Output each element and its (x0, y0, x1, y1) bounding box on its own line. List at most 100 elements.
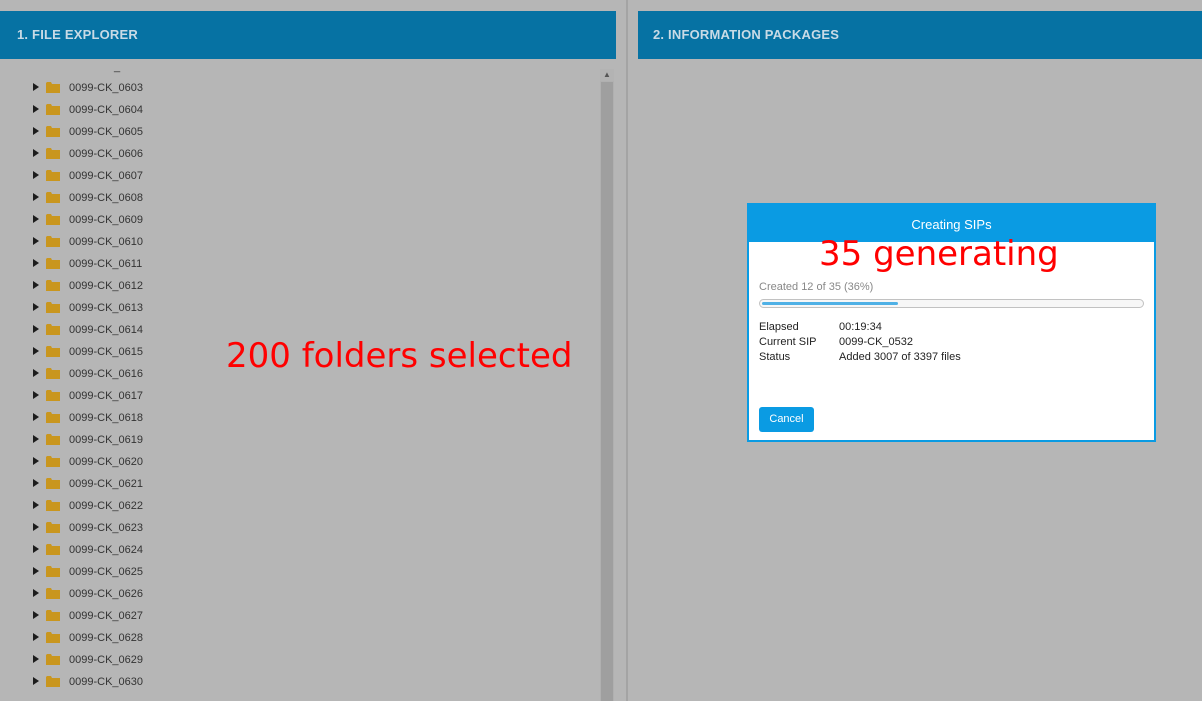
tree-folder-item[interactable]: 0099-CK_0618 (0, 407, 600, 429)
tree-folder-label: 0099-CK_0614 (69, 324, 144, 336)
generating-annotation: 35 generating (819, 234, 1059, 274)
folder-icon (46, 170, 60, 181)
information-packages-header: 2. INFORMATION PACKAGES (638, 11, 1202, 59)
caret-right-icon[interactable] (33, 633, 39, 641)
file-explorer-header: 1. FILE EXPLORER (0, 11, 616, 59)
tree-folder-item[interactable]: 0099-CK_0603 (0, 77, 600, 99)
caret-right-icon[interactable] (33, 435, 39, 443)
caret-right-icon[interactable] (33, 501, 39, 509)
cancel-button[interactable]: Cancel (759, 407, 814, 432)
folder-icon (46, 390, 60, 401)
tree-folder-label: 0099-CK_0627 (69, 610, 144, 622)
tree-folder-item[interactable]: 0099-CK_0630 (0, 671, 600, 693)
caret-right-icon[interactable] (33, 325, 39, 333)
caret-right-icon[interactable] (33, 369, 39, 377)
caret-right-icon[interactable] (33, 457, 39, 465)
folder-icon (46, 632, 60, 643)
folder-icon (46, 368, 60, 379)
tree-folder-item[interactable]: 0099-CK_0606 (0, 143, 600, 165)
folder-icon (46, 610, 60, 621)
caret-right-icon[interactable] (33, 149, 39, 157)
tree-folder-item[interactable]: 0099-CK_0619 (0, 429, 600, 451)
caret-right-icon[interactable] (33, 193, 39, 201)
information-packages-title: 2. INFORMATION PACKAGES (653, 27, 840, 42)
tree-folder-item[interactable]: 0099-CK_0605 (0, 121, 600, 143)
tree-folder-label: 0099-CK_0603 (69, 82, 144, 94)
tree-folder-label: 0099-CK_0613 (69, 302, 144, 314)
caret-right-icon[interactable] (33, 259, 39, 267)
tree-folder-item[interactable]: 0099-CK_0627 (0, 605, 600, 627)
tree-folder-item[interactable]: 0099-CK_0626 (0, 583, 600, 605)
caret-right-icon[interactable] (33, 127, 39, 135)
tree-folder-label: 0099-CK_0626 (69, 588, 144, 600)
caret-right-icon[interactable] (33, 105, 39, 113)
tree-folder-label: 0099-CK_0607 (69, 170, 144, 182)
folder-icon (46, 434, 60, 445)
tree-folder-label: 0099-CK_0621 (69, 478, 144, 490)
tree-scrollbar[interactable]: ▲ (600, 69, 614, 701)
tree-folder-item[interactable]: 0099-CK_0611 (0, 253, 600, 275)
tree-folder-label: 0099-CK_0605 (69, 126, 144, 138)
caret-right-icon[interactable] (33, 391, 39, 399)
tree-folder-item[interactable]: 0099-CK_0621 (0, 473, 600, 495)
folder-icon (46, 588, 60, 599)
tree-folder-label: 0099-CK_0624 (69, 544, 144, 556)
progress-bar-fill (762, 302, 898, 305)
folder-icon (46, 544, 60, 555)
caret-right-icon[interactable] (33, 215, 39, 223)
caret-right-icon[interactable] (33, 655, 39, 663)
tree-folder-label: 0099-CK_0604 (69, 104, 144, 116)
tree-folder-label: 0099-CK_0610 (69, 236, 144, 248)
tree-folder-item[interactable]: 0099-CK_0610 (0, 231, 600, 253)
tree-folder-item[interactable]: 0099-CK_0625 (0, 561, 600, 583)
tree-folder-label: 0099-CK_0622 (69, 500, 144, 512)
info-row-elapsed: Elapsed 00:19:34 (759, 320, 882, 335)
caret-right-icon[interactable] (33, 237, 39, 245)
caret-right-icon[interactable] (33, 413, 39, 421)
tree-folder-item[interactable]: 0099-CK_0607 (0, 165, 600, 187)
caret-right-icon[interactable] (33, 171, 39, 179)
folder-icon (46, 82, 60, 93)
tree-folder-label: 0099-CK_0606 (69, 148, 144, 160)
folder-icon (46, 478, 60, 489)
caret-right-icon[interactable] (33, 303, 39, 311)
tree-folder-item[interactable]: 0099-CK_0609 (0, 209, 600, 231)
folder-icon (46, 324, 60, 335)
tree-folder-item[interactable]: 0099-CK_0620 (0, 451, 600, 473)
info-value: 0099-CK_0532 (839, 336, 914, 348)
tree-folder-item[interactable]: 0099-CK_0612 (0, 275, 600, 297)
scrollbar-thumb[interactable] (601, 82, 613, 701)
folder-icon (46, 676, 60, 687)
tree-folder-label: 0099-CK_0628 (69, 632, 144, 644)
folder-icon (46, 346, 60, 357)
caret-right-icon[interactable] (33, 479, 39, 487)
caret-right-icon[interactable] (33, 281, 39, 289)
info-value: Added 3007 of 3397 files (839, 351, 961, 363)
tree-folder-item[interactable]: 0099-CK_0608 (0, 187, 600, 209)
caret-right-icon[interactable] (33, 589, 39, 597)
folder-icon (46, 236, 60, 247)
caret-right-icon[interactable] (33, 677, 39, 685)
caret-right-icon[interactable] (33, 83, 39, 91)
info-value: 00:19:34 (839, 321, 882, 333)
caret-right-icon[interactable] (33, 567, 39, 575)
scroll-up-arrow-icon[interactable]: ▲ (600, 69, 614, 81)
tree-folder-item[interactable]: 0099-CK_0617 (0, 385, 600, 407)
tree-folder-item[interactable]: 0099-CK_0613 (0, 297, 600, 319)
caret-right-icon[interactable] (33, 545, 39, 553)
tree-folder-item[interactable]: 0099-CK_0628 (0, 627, 600, 649)
tree-folder-label: 0099-CK_0629 (69, 654, 144, 666)
folder-icon (46, 104, 60, 115)
tree-folder-item[interactable]: 0099-CK_0629 (0, 649, 600, 671)
folder-icon (46, 456, 60, 467)
tree-folder-item[interactable]: 0099-CK_0622 (0, 495, 600, 517)
caret-right-icon[interactable] (33, 611, 39, 619)
folder-icon (46, 148, 60, 159)
tree-folder-item[interactable]: 0099-CK_0624 (0, 539, 600, 561)
caret-right-icon[interactable] (33, 523, 39, 531)
tree-folder-item[interactable]: 0099-CK_0604 (0, 99, 600, 121)
tree-folder-label: 0099-CK_0619 (69, 434, 144, 446)
tree-folder-label: 0099-CK_0617 (69, 390, 144, 402)
tree-folder-item[interactable]: 0099-CK_0623 (0, 517, 600, 539)
caret-right-icon[interactable] (33, 347, 39, 355)
